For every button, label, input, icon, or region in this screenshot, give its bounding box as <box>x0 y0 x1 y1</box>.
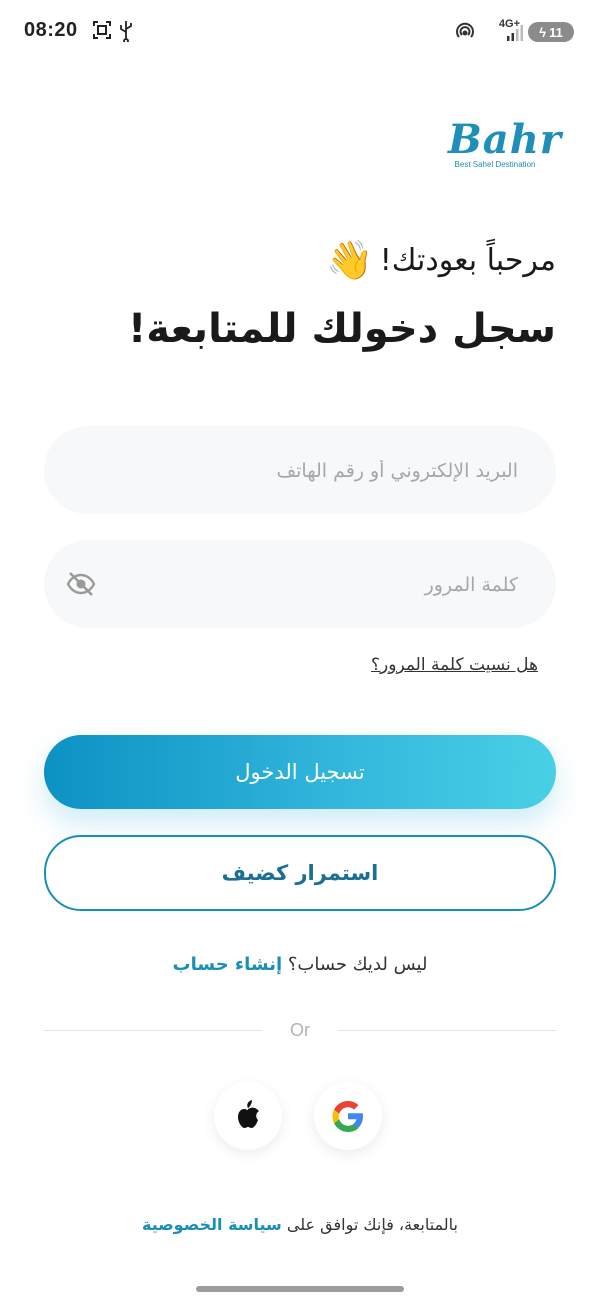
email-field[interactable] <box>44 426 556 516</box>
signal-icon <box>507 25 523 41</box>
battery-level: 11 <box>549 24 563 40</box>
privacy-notice: بالمتابعة، فإنك توافق على سياسة الخصوصية <box>0 1215 600 1234</box>
page-title: سجل دخولك للمتابعة! <box>127 306 556 352</box>
status-time: 08:20 <box>24 19 78 41</box>
email-input[interactable] <box>156 426 520 516</box>
login-button[interactable]: تسجيل الدخول <box>44 735 556 809</box>
signup-prompt: ليس لديك حساب؟ إنشاء حساب <box>0 954 600 975</box>
or-label: Or <box>290 1020 310 1040</box>
usb-icon <box>120 21 132 42</box>
battery-indicator: ϟ 11 <box>528 22 574 42</box>
google-signin-button[interactable] <box>314 1082 382 1150</box>
screenshot-icon <box>93 21 111 39</box>
hotspot-icon <box>456 22 474 38</box>
privacy-prefix: بالمتابعة، فإنك توافق على <box>286 1215 458 1234</box>
app-logo: Bahr Best Sahel Destination <box>448 116 562 170</box>
status-bar: 08:20 4G+ ϟ 11 <box>0 0 600 64</box>
signup-link[interactable]: إنشاء حساب <box>173 954 283 975</box>
greeting-text: مرحباً بعودتك! <box>379 242 556 278</box>
home-indicator[interactable] <box>196 1286 404 1292</box>
password-input[interactable] <box>156 540 520 630</box>
apple-icon <box>238 1100 259 1128</box>
eye-off-icon[interactable] <box>66 571 96 597</box>
forgot-password-link[interactable]: هل نسيت كلمة المرور؟ <box>371 655 538 675</box>
apple-signin-button[interactable] <box>214 1082 282 1150</box>
waving-hand-icon: 👋 <box>326 238 374 282</box>
battery-charging-icon: ϟ <box>539 24 547 40</box>
google-icon <box>332 1101 363 1132</box>
privacy-policy-link[interactable]: سياسة الخصوصية <box>142 1215 282 1234</box>
logo-tagline: Best Sahel Destination <box>454 160 536 169</box>
password-field[interactable] <box>44 540 556 630</box>
guest-button[interactable]: استمرار كضيف <box>44 835 556 911</box>
welcome-text: مرحباً بعودتك! 👋 <box>326 240 556 280</box>
logo-wordmark: Bahr <box>448 116 562 163</box>
signup-prompt-text: ليس لديك حساب؟ <box>287 954 428 975</box>
